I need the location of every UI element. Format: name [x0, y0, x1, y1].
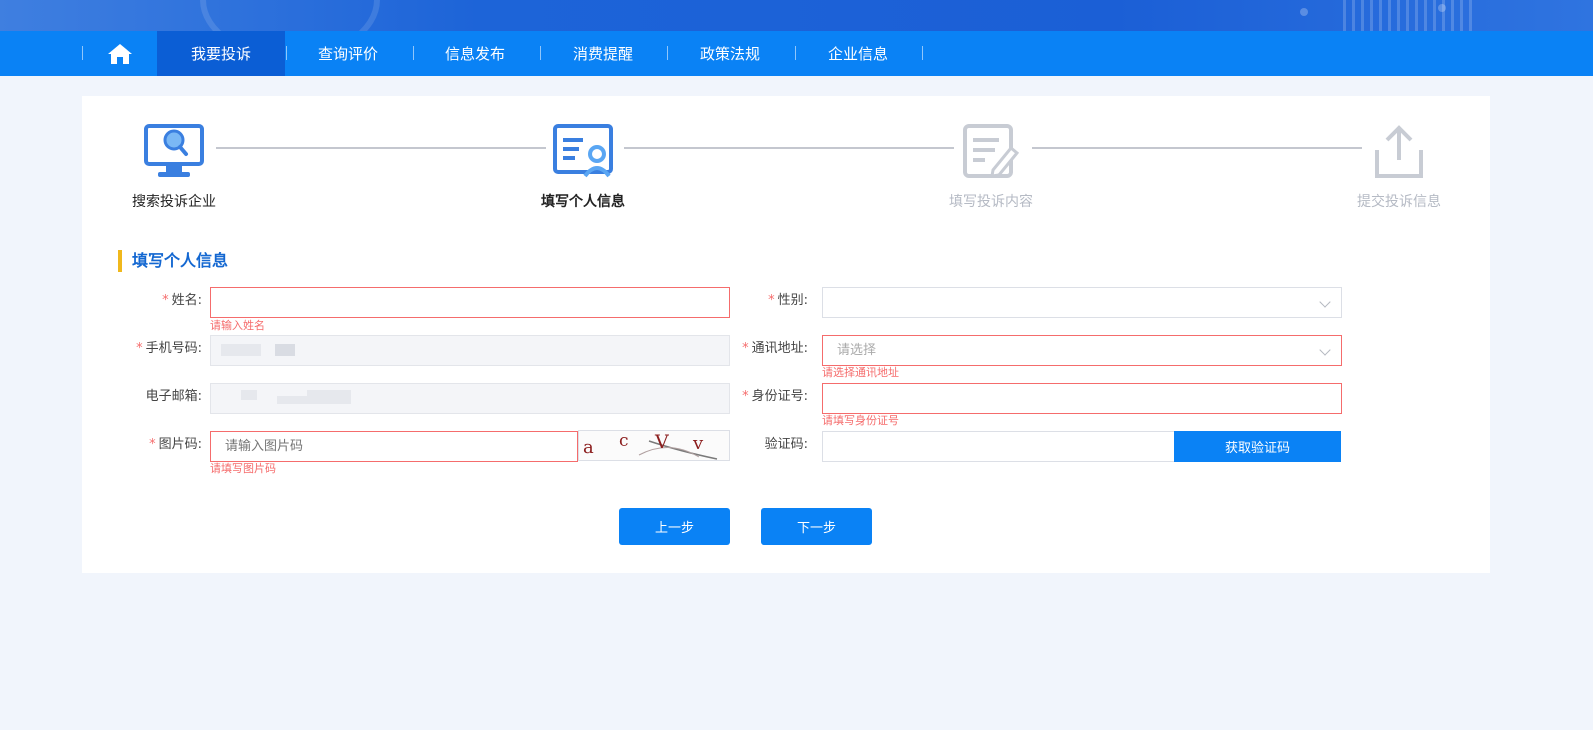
address-placeholder: 请选择 — [837, 343, 877, 358]
nav-item-complain[interactable]: 我要投诉 — [157, 31, 285, 76]
email-input — [210, 383, 730, 414]
chevron-down-icon — [1319, 296, 1331, 308]
address-label: * 通讯地址: — [742, 341, 808, 356]
captcha-char: V — [655, 431, 669, 453]
name-error: 请输入姓名 — [210, 319, 265, 332]
step-connector — [216, 147, 546, 149]
main-nav: 我要投诉 查询评价 信息发布 消费提醒 政策法规 企业信息 — [0, 31, 1593, 76]
monitor-search-icon — [144, 122, 204, 182]
captcha-char: a — [583, 437, 594, 458]
email-label: 电子邮箱: — [145, 389, 202, 404]
address-select[interactable]: 请选择 — [822, 335, 1342, 366]
chevron-down-icon — [1319, 344, 1331, 356]
phone-input — [210, 335, 730, 366]
banner-decoration — [1343, 0, 1473, 31]
nav-item-policy[interactable]: 政策法规 — [666, 31, 794, 76]
captcha-error: 请填写图片码 — [210, 462, 276, 475]
required-mark: * — [162, 293, 169, 308]
sms-code-input[interactable] — [822, 431, 1175, 462]
top-banner — [0, 0, 1593, 31]
profile-card-icon — [553, 122, 613, 182]
required-mark: * — [768, 293, 775, 308]
gender-select[interactable] — [822, 287, 1342, 318]
step-label: 搜索投诉企业 — [132, 194, 216, 210]
nav-item-enterprise[interactable]: 企业信息 — [794, 31, 922, 76]
step-label: 提交投诉信息 — [1357, 194, 1441, 210]
nav-item-reminder[interactable]: 消费提醒 — [539, 31, 667, 76]
required-mark: * — [136, 341, 143, 356]
sms-code-label: 验证码: — [764, 437, 808, 452]
edit-document-icon — [961, 122, 1021, 182]
step-label: 填写投诉内容 — [949, 194, 1033, 210]
captcha-label: * 图片码: — [149, 437, 202, 452]
redacted-value — [277, 396, 307, 404]
get-sms-code-button[interactable]: 获取验证码 — [1174, 431, 1341, 462]
redacted-value — [275, 344, 295, 356]
captcha-char: c — [619, 431, 629, 451]
next-step-button[interactable]: 下一步 — [761, 508, 872, 545]
redacted-value — [307, 390, 351, 404]
redacted-value — [221, 344, 261, 356]
id-number-input[interactable] — [822, 383, 1342, 414]
gender-label: * 性别: — [768, 293, 808, 308]
name-input[interactable] — [210, 287, 730, 318]
nav-item-info[interactable]: 信息发布 — [411, 31, 539, 76]
required-mark: * — [149, 437, 156, 452]
home-icon[interactable] — [107, 43, 133, 65]
upload-icon — [1369, 122, 1429, 182]
banner-decoration — [1438, 4, 1446, 12]
step-connector — [1032, 147, 1362, 149]
required-mark: * — [742, 341, 749, 356]
banner-decoration — [1300, 8, 1308, 16]
name-label: * 姓名: — [162, 293, 202, 308]
id-number-error: 请填写身份证号 — [822, 414, 899, 427]
redacted-value — [241, 390, 257, 400]
section-title: 填写个人信息 — [118, 250, 228, 272]
nav-item-query[interactable]: 查询评价 — [284, 31, 412, 76]
step-connector — [624, 147, 954, 149]
form-panel: 搜索投诉企业 填写个人信息 填写投诉内容 提交投诉信息 填写个人信息 * 姓名:… — [82, 96, 1490, 573]
nav-separator — [82, 46, 83, 60]
id-number-label: * 身份证号: — [742, 389, 808, 404]
prev-step-button[interactable]: 上一步 — [619, 508, 730, 545]
nav-separator — [922, 46, 923, 60]
banner-decoration — [200, 0, 380, 31]
step-label: 填写个人信息 — [541, 194, 625, 210]
phone-label: * 手机号码: — [136, 341, 202, 356]
required-mark: * — [742, 389, 749, 404]
address-error: 请选择通讯地址 — [822, 366, 899, 379]
captcha-input[interactable] — [210, 431, 578, 462]
